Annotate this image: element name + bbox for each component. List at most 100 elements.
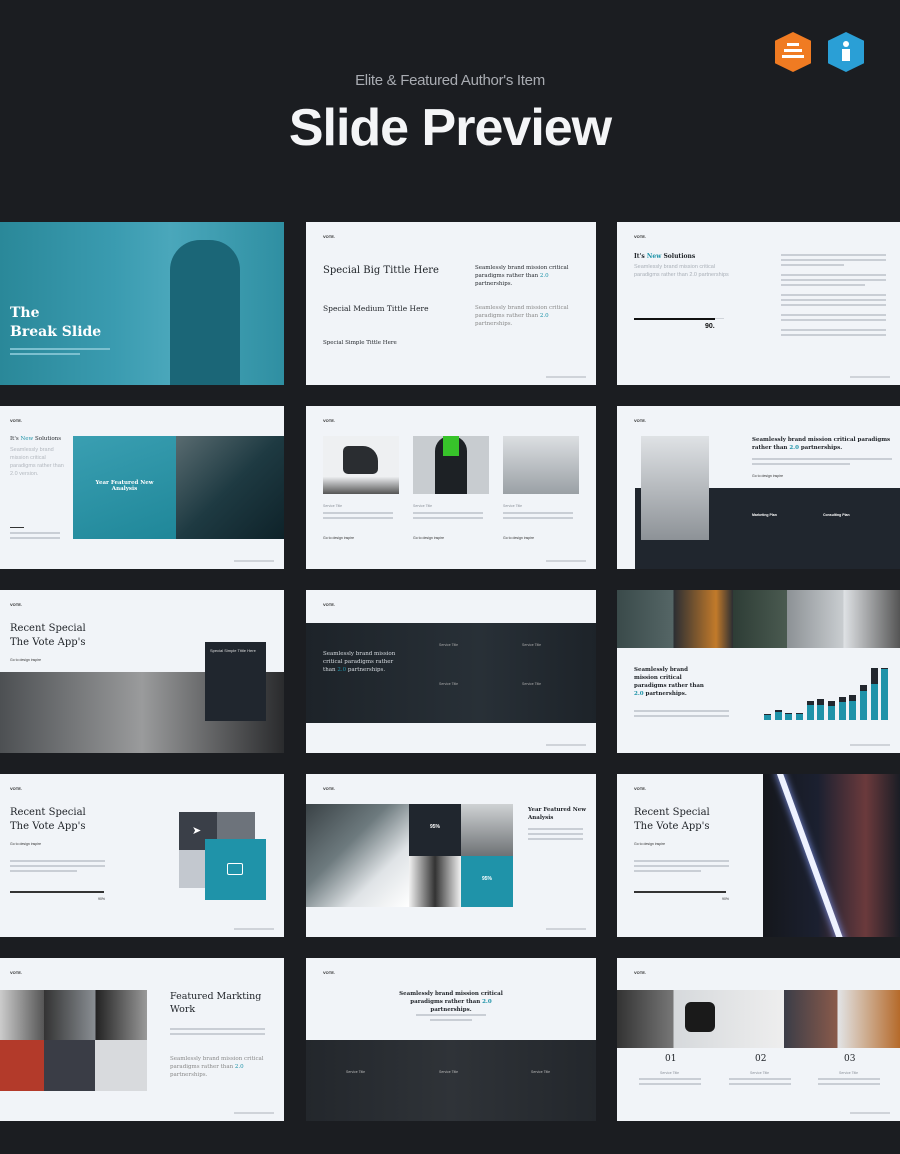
service-title-4: Service Title	[522, 682, 542, 686]
plans-heading: Seamlessly brand mission critical paradi…	[752, 437, 891, 451]
toolbox-icon	[205, 839, 266, 900]
progress-bar	[634, 891, 726, 893]
chart-bar-teal	[785, 714, 793, 720]
service-title-3: Service Title	[439, 682, 459, 686]
photo-strip	[617, 590, 900, 648]
brand-logo: VOTE.	[10, 970, 23, 975]
slide-dark-services[interactable]: VOTE. Seamlessly brand mission critical …	[306, 590, 596, 753]
progress-label: 90%	[98, 897, 106, 901]
progress-label: 90%	[722, 897, 730, 901]
number-2: 02	[755, 1054, 767, 1064]
brand-logo: VOTE.	[10, 418, 23, 423]
woman-photo	[170, 240, 240, 385]
title-paragraph-1: Seamlessly brand mission critical paradi…	[475, 265, 569, 287]
brand-logo: VOTE.	[323, 418, 336, 423]
title-paragraph-2: Seamlessly brand mission critical paradi…	[475, 305, 569, 327]
brand-logo: VOTE.	[323, 602, 336, 607]
slide-footer	[234, 928, 274, 930]
chart-bar-teal	[849, 701, 857, 720]
solutions-heading: It's New Solutions	[10, 436, 62, 442]
brand-logo: VOTE.	[634, 234, 647, 239]
featured-paragraph: Seamlessly brand mission critical paradi…	[170, 1056, 264, 1078]
service-title-2: Service Title	[439, 1070, 459, 1074]
chair-photo	[323, 436, 399, 494]
plan-2: Consulting Plan	[823, 513, 850, 517]
chart-bar-teal	[881, 669, 889, 720]
slide-neon[interactable]: VOTE. Recent Special The Vote App's Go to…	[617, 774, 900, 937]
neon-line2: The Vote App's	[634, 821, 710, 832]
slide-numbers[interactable]: VOTE. 01 02 03 Service Title Service Tit…	[617, 958, 900, 1121]
chart-bar-teal	[764, 715, 771, 720]
woman-bw-photo	[409, 856, 461, 907]
slide-recent-tiles[interactable]: VOTE. Recent Special The Vote App's Go to…	[0, 774, 284, 937]
plan-1: Marketing Plan	[752, 513, 777, 517]
progress-track	[634, 318, 724, 320]
service-title-2: Service Title	[413, 504, 433, 508]
simple-title: Special Simple Tittle Here	[323, 340, 397, 346]
slide-recent-phone[interactable]: VOTE. Recent Special The Vote App's Go to…	[0, 590, 284, 753]
brand-logo: VOTE.	[634, 786, 647, 791]
slide-solutions-analysis[interactable]: VOTE. It's New Solutions Seamlessly bran…	[0, 406, 284, 569]
slide-featured-work[interactable]: VOTE. Featured Markting Work Seamlessly …	[0, 958, 284, 1121]
dark-band	[306, 1040, 596, 1121]
slide-footer	[546, 744, 586, 746]
slide-plans[interactable]: VOTE. Seamlessly brand mission critical …	[617, 406, 900, 569]
service-title-1: Service Title	[660, 1071, 680, 1075]
mountain-car-photo	[306, 804, 409, 907]
slide-three-services[interactable]: VOTE. Service Title Service Title Servic…	[306, 406, 596, 569]
service-title-1: Service Title	[323, 504, 343, 508]
brand-logo: VOTE.	[10, 602, 23, 607]
chart-bar-teal	[828, 706, 835, 720]
phone-photo	[461, 804, 513, 856]
progress-label: 90.	[705, 323, 715, 330]
tiles-line1: Recent Special	[10, 807, 86, 818]
progress-fill	[634, 318, 715, 320]
number-1: 01	[665, 1054, 677, 1064]
dark-heading: Seamlessly brand mission critical paradi…	[323, 651, 396, 673]
slide-solutions[interactable]: VOTE. It's New Solutions Seamlessly bran…	[617, 222, 900, 385]
service-title-3: Service Title	[531, 1070, 551, 1074]
slide-footer	[234, 1112, 274, 1114]
building-photo	[641, 436, 709, 540]
chart-bar-teal	[860, 690, 867, 720]
photo-grid	[0, 990, 147, 1091]
analysis-title: Year Featured New Analysis	[528, 807, 586, 821]
recent-link[interactable]: Go to design inspire	[10, 658, 41, 662]
page-title: Slide Preview	[288, 99, 612, 157]
service-title-2: Service Title	[750, 1071, 770, 1075]
slide-break[interactable]: The Break Slide	[0, 222, 284, 385]
stat-box-dark: 95%	[409, 804, 461, 856]
face-art-photo	[413, 436, 489, 494]
brand-logo: VOTE.	[323, 786, 336, 791]
link-3[interactable]: Go to design inspire	[503, 536, 534, 540]
service-title-1: Service Title	[439, 643, 459, 647]
dark-card: Special Simple Tittle Here	[205, 642, 266, 721]
number-3: 03	[844, 1054, 856, 1064]
featured-title: Featured Markting Work	[170, 991, 262, 1015]
break-title-line1: The	[10, 305, 40, 321]
chart-bar-teal	[817, 705, 825, 720]
neon-line1: Recent Special	[634, 807, 710, 818]
break-title-line2: Break Slide	[10, 324, 102, 340]
slide-analysis[interactable]: VOTE. 95% 95% Year Featured New Analysis	[306, 774, 596, 937]
service-title-2: Service Title	[522, 643, 542, 647]
brand-logo: VOTE.	[634, 418, 647, 423]
slide-footer	[546, 928, 586, 930]
tiles-link[interactable]: Go to design inspire	[10, 842, 41, 846]
plans-link[interactable]: Go to design inspire	[752, 474, 783, 478]
recent-line1: Recent Special	[10, 623, 86, 634]
slide-centered[interactable]: VOTE. Seamlessly brand mission critical …	[306, 958, 596, 1121]
featured-author-badge-icon	[828, 32, 864, 72]
slide-footer	[850, 1112, 890, 1114]
centered-heading: Seamlessly brand mission critical paradi…	[399, 991, 503, 1013]
slide-chart[interactable]: Seamlessly brand mission critical paradi…	[617, 590, 900, 753]
chart-heading: Seamlessly brand mission critical paradi…	[634, 667, 704, 697]
link-2[interactable]: Go to design inspire	[413, 536, 444, 540]
link-1[interactable]: Go to design inspire	[323, 536, 354, 540]
neon-link[interactable]: Go to design inspire	[634, 842, 665, 846]
slide-titles[interactable]: VOTE. Special Big Tittle Here Special Me…	[306, 222, 596, 385]
chart-bar-teal	[774, 711, 782, 720]
brand-logo: VOTE.	[634, 970, 647, 975]
mini-bar-chart	[762, 668, 890, 720]
recent-line2: The Vote App's	[10, 637, 86, 648]
